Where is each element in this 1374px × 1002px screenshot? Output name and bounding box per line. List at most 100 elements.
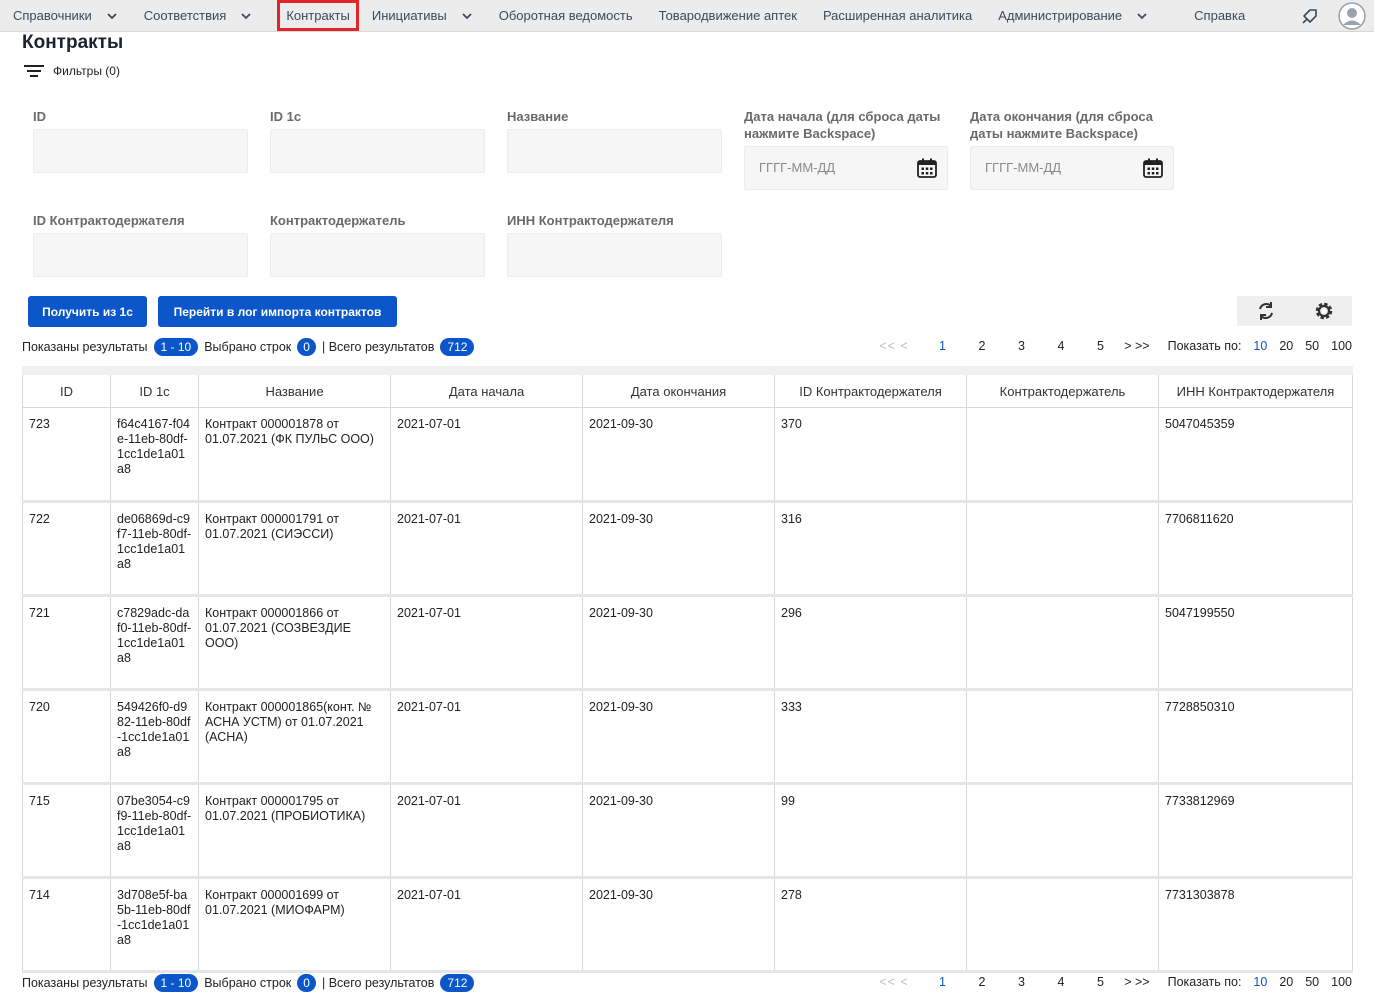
chevron-down-icon <box>107 12 117 19</box>
table-cell: c7829adc-daf0-11eb-80df-1cc1de1a01a8 <box>110 595 199 691</box>
column-header[interactable]: ID 1с <box>110 366 199 408</box>
filter-holder-inn-input[interactable] <box>507 233 722 277</box>
total-label: | Всего результатов <box>321 340 435 354</box>
shown-label: Показаны результаты <box>22 976 148 990</box>
page-link[interactable]: 4 <box>1041 975 1081 989</box>
filter-id1c: ID 1с <box>270 108 485 173</box>
first-prev-arrows[interactable]: << < <box>879 975 908 989</box>
gear-icon <box>1315 302 1332 320</box>
table-cell: Контракт 000001878 от 01.07.2021 (ФК ПУЛ… <box>198 407 391 503</box>
next-last-arrows[interactable]: > >> <box>1124 975 1149 989</box>
page-size-option[interactable]: 50 <box>1305 339 1319 353</box>
nav-item-5[interactable]: Товародвижение аптек <box>646 0 810 32</box>
filter-lines-icon <box>24 65 44 77</box>
page-size-option[interactable]: 50 <box>1305 975 1319 989</box>
filter-holder-label: Контрактодержатель <box>270 213 406 228</box>
filter-id-label: ID <box>33 109 46 124</box>
column-header[interactable]: Контрактодержатель <box>966 366 1159 408</box>
column-header[interactable]: ID <box>22 366 111 408</box>
calendar-icon[interactable] <box>917 158 937 178</box>
results-summary-top: Показаны результаты 1 - 10 Выбрано строк… <box>22 338 480 356</box>
nav-item-label: Товародвижение аптек <box>658 8 797 23</box>
table-cell: 3d708e5f-ba5b-11eb-80df-1cc1de1a01a8 <box>110 877 199 973</box>
table-cell: 370 <box>774 407 967 503</box>
table-row[interactable]: 722 de06869d-c9f7-11eb-80df-1cc1de1a01a8 К… <box>22 501 1353 597</box>
table-cell: 316 <box>774 501 967 597</box>
end-date-placeholder: ГГГГ-ММ-ДД <box>985 160 1062 175</box>
table-cell: de06869d-c9f7-11eb-80df-1cc1de1a01a8 <box>110 501 199 597</box>
filter-id1c-input[interactable] <box>270 129 485 173</box>
table-row[interactable]: 721 c7829adc-daf0-11eb-80df-1cc1de1a01a8 К… <box>22 595 1353 691</box>
filters-label: Фильтры (0) <box>53 64 120 78</box>
refresh-icon <box>1259 302 1273 320</box>
shown-range-badge: 1 - 10 <box>153 338 199 356</box>
page-link[interactable]: 3 <box>1002 339 1042 353</box>
column-header[interactable]: ИНН Контрактодержателя <box>1158 366 1353 408</box>
filter-holder-id-input[interactable] <box>33 233 248 277</box>
table-cell: 333 <box>774 689 967 785</box>
first-prev-arrows[interactable]: << < <box>879 339 908 353</box>
nav-item-8[interactable]: Справка <box>1181 0 1258 32</box>
filter-holder: Контрактодержатель <box>270 212 485 277</box>
page-link[interactable]: 1 <box>923 339 963 353</box>
nav-item-1[interactable]: Соответствия <box>131 0 266 32</box>
table-row[interactable]: 720 549426f0-d982-11eb-80df-1cc1de1a01a8 К… <box>22 689 1353 785</box>
page-size-option[interactable]: 20 <box>1279 975 1293 989</box>
page-size-option[interactable]: 100 <box>1331 975 1352 989</box>
nav-item-3[interactable]: Инициативы <box>359 0 486 32</box>
filter-holder-input[interactable] <box>270 233 485 277</box>
table-cell: 5047045359 <box>1158 407 1353 503</box>
get-from-1c-button[interactable]: Получить из 1с <box>28 296 147 327</box>
chevron-down-icon <box>462 12 472 19</box>
table-cell: 2021-09-30 <box>582 783 775 879</box>
next-last-arrows[interactable]: > >> <box>1124 339 1149 353</box>
refresh-button[interactable] <box>1237 296 1295 326</box>
filters-toggle[interactable]: Фильтры (0) <box>24 63 120 79</box>
page-link[interactable]: 2 <box>962 975 1002 989</box>
import-log-button[interactable]: Перейти в лог импорта контрактов <box>158 296 397 327</box>
page-title: Контракты <box>22 32 124 53</box>
page-link[interactable]: 5 <box>1081 975 1121 989</box>
page-link[interactable]: 1 <box>923 975 963 989</box>
table-row[interactable]: 714 3d708e5f-ba5b-11eb-80df-1cc1de1a01a8 К… <box>22 877 1353 973</box>
filter-start-date-label: Дата начала (для сброса даты нажмите Bac… <box>744 109 941 141</box>
filter-id-input[interactable] <box>33 129 248 173</box>
page-link[interactable]: 2 <box>962 339 1002 353</box>
tag-bell-icon[interactable] <box>1290 0 1330 32</box>
table-cell <box>966 877 1159 973</box>
nav-item-4[interactable]: Оборотная ведомость <box>486 0 646 32</box>
page-link[interactable]: 3 <box>1002 975 1042 989</box>
page-size-option[interactable]: 20 <box>1279 339 1293 353</box>
table-row[interactable]: 715 07be3054-c9f9-11eb-80df-1cc1de1a01a8 К… <box>22 783 1353 879</box>
page-link[interactable]: 4 <box>1041 339 1081 353</box>
column-header[interactable]: Название <box>198 366 391 408</box>
page-size-option[interactable]: 10 <box>1253 975 1267 989</box>
filter-id1c-label: ID 1с <box>270 109 302 124</box>
filter-name-label: Название <box>507 109 569 124</box>
page-size-option[interactable]: 10 <box>1253 339 1267 353</box>
user-avatar-icon[interactable] <box>1330 0 1374 32</box>
column-header[interactable]: Дата окончания <box>582 366 775 408</box>
table-cell: 715 <box>22 783 111 879</box>
nav-item-label: Справочники <box>13 8 92 23</box>
table-cell <box>966 407 1159 503</box>
selected-label: Выбрано строк <box>204 976 292 990</box>
contracts-table: ID ID 1с Название Дата начала Дата окончания… <box>22 366 1353 973</box>
column-header[interactable]: ID Контрактодержателя <box>774 366 967 408</box>
page-link[interactable]: 5 <box>1081 339 1121 353</box>
nav-item-7[interactable]: Администрирование <box>985 0 1161 32</box>
page-size-option[interactable]: 100 <box>1331 339 1352 353</box>
nav-item-6[interactable]: Расширенная аналитика <box>810 0 985 32</box>
column-header[interactable]: Дата начала <box>390 366 583 408</box>
nav-item-2[interactable]: Контракты <box>277 0 359 31</box>
table-cell: 2021-07-01 <box>390 501 583 597</box>
nav-item-0[interactable]: Справочники <box>0 0 131 32</box>
table-cell: 723 <box>22 407 111 503</box>
filter-end-date-input[interactable]: ГГГГ-ММ-ДД <box>970 146 1174 190</box>
calendar-icon[interactable] <box>1143 158 1163 178</box>
settings-button[interactable] <box>1295 296 1352 326</box>
nav-item-label: Контракты <box>286 8 350 23</box>
table-row[interactable]: 723 f64c4167-f04e-11eb-80df-1cc1de1a01a8 К… <box>22 407 1353 503</box>
filter-name-input[interactable] <box>507 129 722 173</box>
filter-start-date-input[interactable]: ГГГГ-ММ-ДД <box>744 146 948 190</box>
